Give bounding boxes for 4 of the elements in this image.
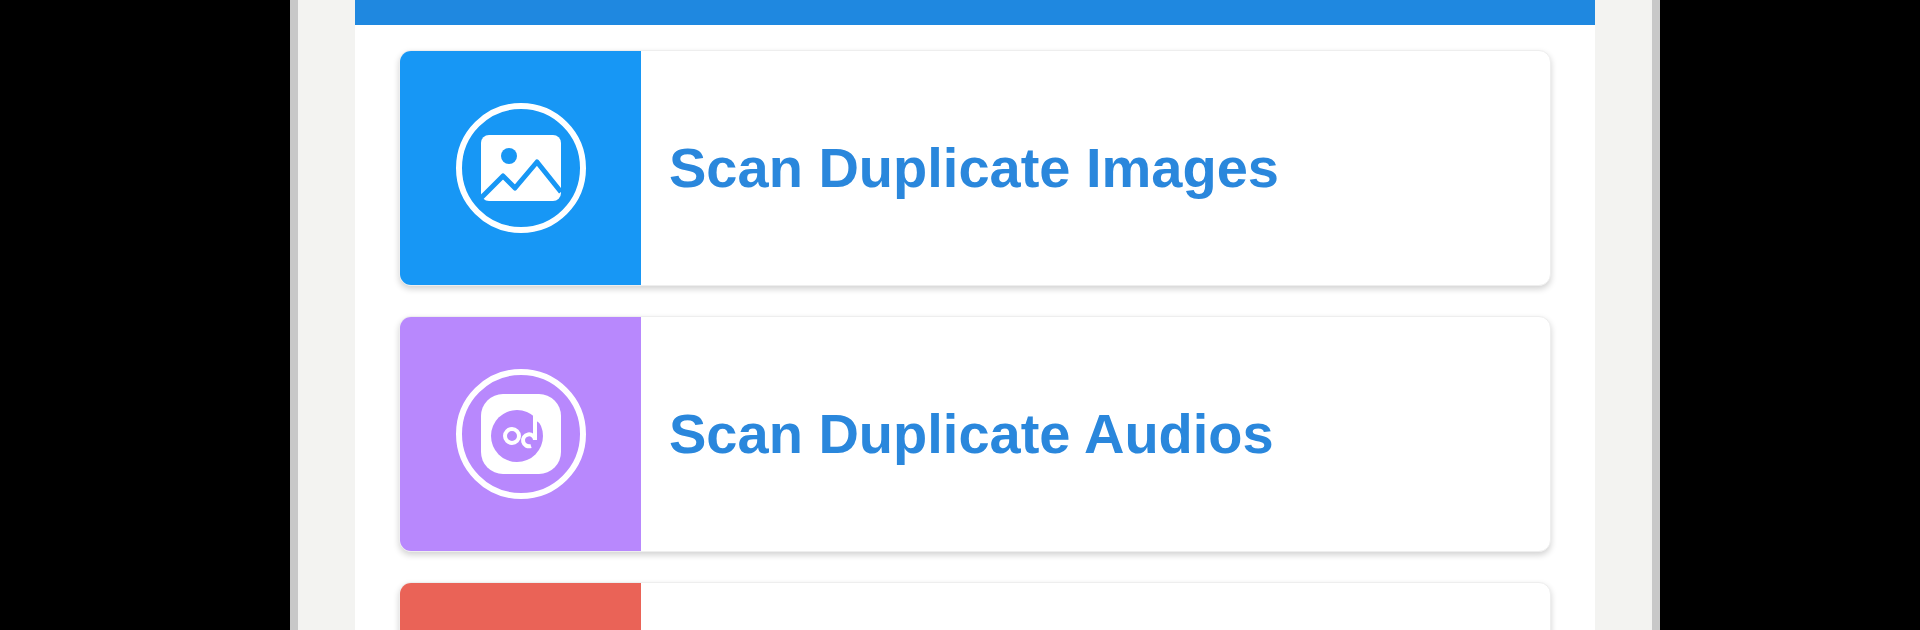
- music-disc-icon: [454, 368, 587, 500]
- scan-card[interactable]: Scan Duplicate Audios: [399, 316, 1551, 552]
- image-icon: [454, 102, 587, 234]
- scan-card[interactable]: Scan Duplicate Images: [399, 50, 1551, 286]
